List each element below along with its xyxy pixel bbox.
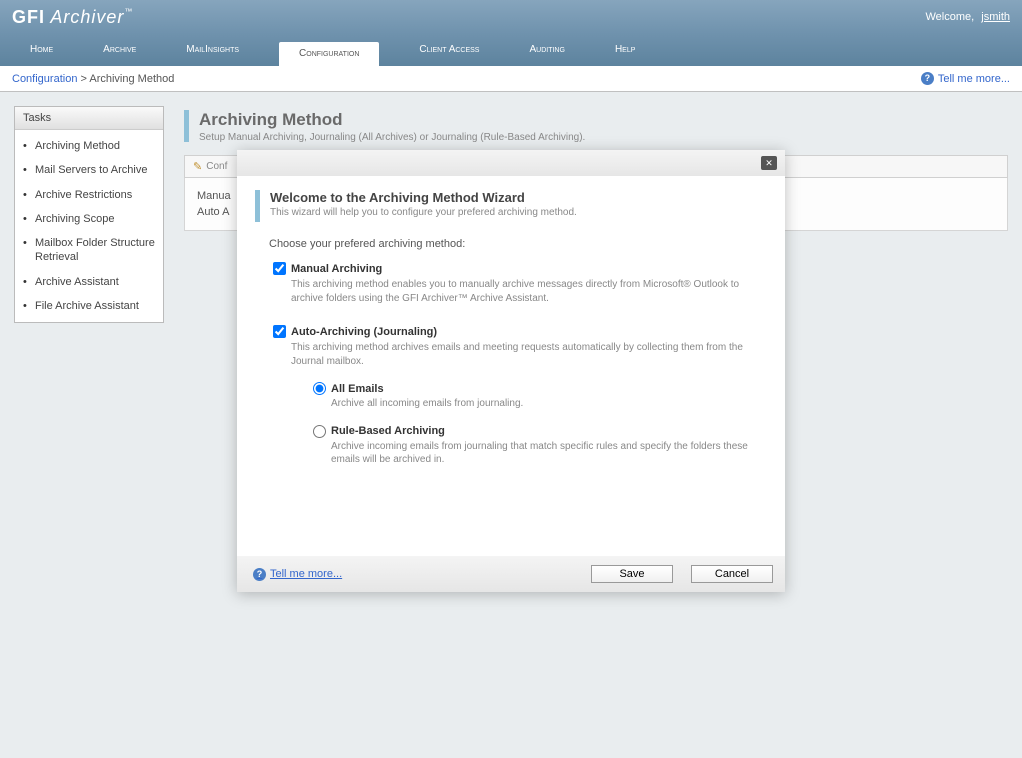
sidebar-item-file-archive-assistant[interactable]: File Archive Assistant xyxy=(15,294,163,318)
nav-configuration[interactable]: Configuration xyxy=(279,42,379,66)
sidebar-item-archiving-method[interactable]: Archiving Method xyxy=(15,134,163,158)
trademark: ™ xyxy=(124,7,133,16)
wizard-footer: ? Tell me more... Save Cancel xyxy=(237,556,785,592)
sidebar-item-mail-servers[interactable]: Mail Servers to Archive xyxy=(15,158,163,182)
nav-archive[interactable]: Archive xyxy=(93,40,146,60)
sidebar-item-archiving-scope[interactable]: Archiving Scope xyxy=(15,207,163,231)
wizard-tell-me-more-link[interactable]: ? Tell me more... xyxy=(253,568,342,581)
accent-bar xyxy=(184,110,189,142)
label-manual-archiving: Manual Archiving xyxy=(291,263,382,275)
help-icon: ? xyxy=(253,568,266,581)
username-link[interactable]: jsmith xyxy=(981,11,1010,23)
nav-client-access[interactable]: Client Access xyxy=(409,40,489,60)
app-header: GFI Archiver™ Welcome, jsmith xyxy=(0,0,1022,34)
desc-auto-archiving: This archiving method archives emails an… xyxy=(273,341,767,368)
nav-auditing[interactable]: Auditing xyxy=(519,40,574,60)
nav-mailinsights[interactable]: MailInsights xyxy=(176,40,249,60)
wizard-titlebar: ✕ xyxy=(237,150,785,176)
logo: GFI Archiver™ xyxy=(12,7,133,28)
sidebar-item-mailbox-folder[interactable]: Mailbox Folder Structure Retrieval xyxy=(15,231,163,270)
sidebar-item-archive-assistant[interactable]: Archive Assistant xyxy=(15,270,163,294)
sub-option-rule-based: Rule-Based Archiving Archive incoming em… xyxy=(313,425,767,467)
logo-product: Archiver xyxy=(45,7,124,27)
desc-all-emails: Archive all incoming emails from journal… xyxy=(313,397,767,411)
wizard-body: Welcome to the Archiving Method Wizard T… xyxy=(237,176,785,556)
label-rule-based: Rule-Based Archiving xyxy=(331,425,445,437)
page-subtitle: Setup Manual Archiving, Journaling (All … xyxy=(199,132,585,143)
pencil-icon: ✎ xyxy=(193,160,202,173)
wizard-title: Welcome to the Archiving Method Wizard xyxy=(270,190,577,205)
sub-option-all-emails: All Emails Archive all incoming emails f… xyxy=(313,382,767,411)
logo-brand: GFI xyxy=(12,7,45,27)
sidebar-title: Tasks xyxy=(15,107,163,130)
cancel-button[interactable]: Cancel xyxy=(691,565,773,583)
accent-bar xyxy=(255,190,260,222)
checkbox-auto-archiving[interactable] xyxy=(273,325,286,338)
option-manual-archiving: Manual Archiving This archiving method e… xyxy=(269,262,767,305)
close-icon[interactable]: ✕ xyxy=(761,156,777,170)
label-auto-archiving: Auto-Archiving (Journaling) xyxy=(291,326,437,338)
wizard-prompt: Choose your prefered archiving method: xyxy=(269,238,767,250)
breadcrumb-root[interactable]: Configuration xyxy=(12,73,77,85)
breadcrumb: Configuration > Archiving Method ? Tell … xyxy=(0,66,1022,92)
wizard-subtitle: This wizard will help you to configure y… xyxy=(270,207,577,218)
radio-all-emails[interactable] xyxy=(313,382,326,395)
tasks-sidebar: Tasks Archiving Method Mail Servers to A… xyxy=(14,106,164,323)
main-nav: Home Archive MailInsights Configuration … xyxy=(0,34,1022,66)
desc-rule-based: Archive incoming emails from journaling … xyxy=(313,440,767,467)
page-header: Archiving Method Setup Manual Archiving,… xyxy=(184,110,1008,143)
header-tell-me-more-link[interactable]: ? Tell me more... xyxy=(921,72,1010,85)
welcome-text: Welcome, jsmith xyxy=(926,11,1011,23)
help-icon: ? xyxy=(921,72,934,85)
breadcrumb-current: Archiving Method xyxy=(89,73,174,85)
sidebar-item-archive-restrictions[interactable]: Archive Restrictions xyxy=(15,183,163,207)
option-auto-archiving: Auto-Archiving (Journaling) This archivi… xyxy=(269,325,767,467)
page-title: Archiving Method xyxy=(199,110,585,130)
label-all-emails: All Emails xyxy=(331,383,384,395)
nav-home[interactable]: Home xyxy=(20,40,63,60)
save-button[interactable]: Save xyxy=(591,565,673,583)
archiving-method-wizard: ✕ Welcome to the Archiving Method Wizard… xyxy=(237,150,785,592)
radio-rule-based[interactable] xyxy=(313,425,326,438)
nav-help[interactable]: Help xyxy=(605,40,645,60)
checkbox-manual-archiving[interactable] xyxy=(273,262,286,275)
desc-manual-archiving: This archiving method enables you to man… xyxy=(273,278,767,305)
